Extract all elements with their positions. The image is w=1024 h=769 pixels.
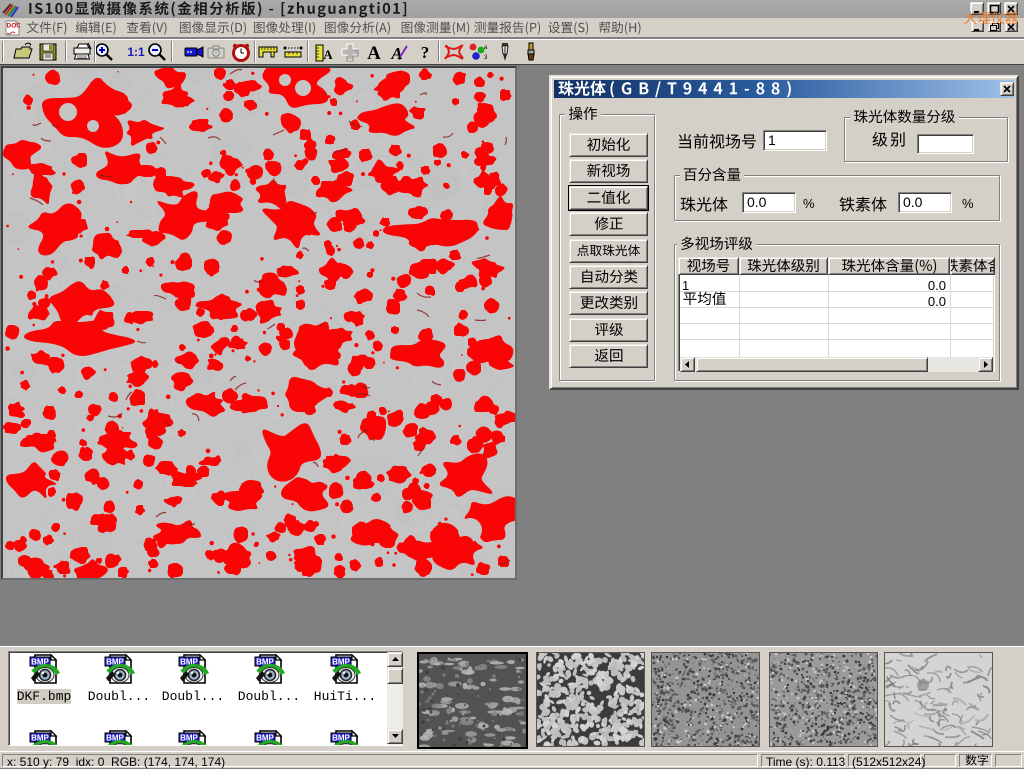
svg-text:a: a [484,45,488,51]
svg-text:DOC: DOC [7,23,21,30]
svg-text:1:1: 1:1 [127,45,145,59]
svg-text:A: A [367,43,381,63]
svg-text:A: A [323,47,333,62]
svg-text:?: ? [421,43,430,62]
svg-text:3: 3 [484,55,488,61]
svg-text:A: A [390,44,402,63]
